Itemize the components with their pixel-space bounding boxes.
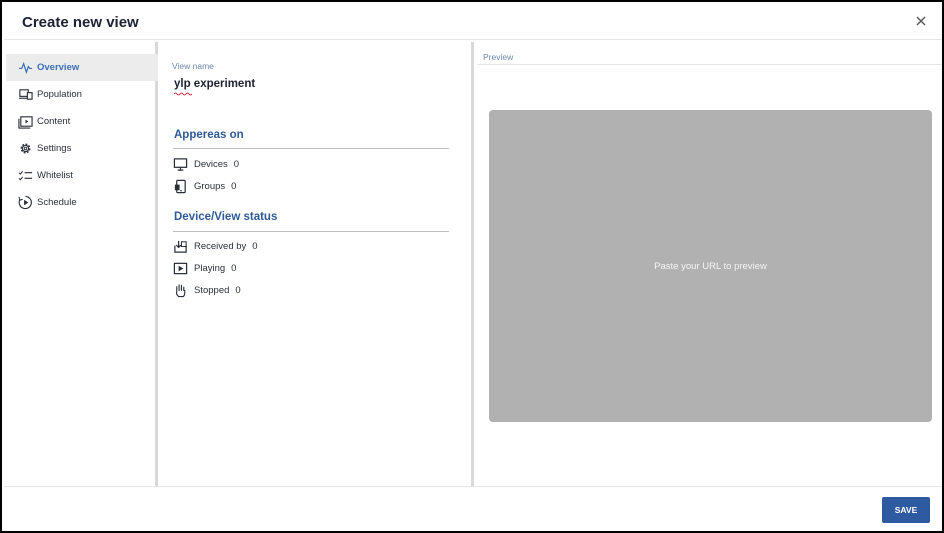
stat-label: Received by (194, 241, 247, 252)
device-view-status-title: Device/View status (174, 211, 278, 223)
stat-value: 0 (231, 181, 237, 192)
sidebar-item-label: Settings (37, 143, 72, 154)
sidebar-item-settings[interactable]: Settings (6, 135, 158, 162)
gear-icon (18, 141, 33, 156)
overview-panel: View name Appereas on Devices 0 Groups 0… (161, 42, 474, 486)
dialog-header: Create new view (4, 4, 942, 40)
stat-value: 0 (252, 241, 258, 252)
stat-label: Groups (194, 181, 226, 192)
stat-received-by: Received by 0 (173, 239, 258, 254)
sidebar-item-label: Content (37, 116, 71, 127)
view-name-label: View name (172, 61, 214, 71)
stat-devices: Devices 0 (173, 157, 239, 172)
preview-label: Preview (483, 52, 514, 62)
close-icon[interactable] (914, 14, 928, 28)
stat-stopped: Stopped 0 (173, 283, 241, 298)
stat-groups: Groups 0 (173, 179, 236, 194)
stat-playing: Playing 0 (173, 261, 236, 276)
sidebar-item-label: Whitelist (37, 170, 73, 181)
devices-icon (18, 87, 33, 102)
stat-value: 0 (235, 285, 241, 296)
sidebar-item-whitelist[interactable]: Whitelist (6, 162, 158, 189)
play-icon (173, 261, 188, 276)
sidebar-item-population[interactable]: Population (6, 81, 158, 108)
save-button[interactable]: SAVE (882, 497, 930, 523)
dialog: Create new view Overview Population Cont… (0, 0, 944, 533)
sidebar-item-label: Schedule (37, 197, 77, 208)
stat-label: Devices (194, 159, 228, 170)
media-folder-icon (18, 114, 33, 129)
device-group-icon (173, 179, 188, 194)
pulse-icon (18, 60, 33, 75)
sidebar-item-label: Population (37, 89, 82, 100)
sidebar-item-schedule[interactable]: Schedule (6, 189, 158, 216)
hand-stop-icon (173, 283, 188, 298)
schedule-play-icon (18, 195, 33, 210)
stat-value: 0 (233, 159, 240, 170)
stat-label: Stopped (194, 285, 230, 296)
sidebar-item-label: Overview (37, 62, 80, 73)
appears-on-title: Appereas on (174, 129, 244, 141)
dialog-title: Create new view (22, 14, 139, 31)
preview-area: Paste your URL to preview (489, 110, 932, 422)
spellcheck-underline (174, 92, 192, 96)
sidebar-item-content[interactable]: Content (6, 108, 158, 135)
view-name-input[interactable] (174, 78, 374, 90)
divider (173, 148, 449, 149)
preview-header: Preview (477, 42, 942, 65)
download-tray-icon (173, 239, 188, 254)
dialog-footer (4, 486, 942, 533)
checklist-icon (18, 168, 33, 183)
monitor-icon (173, 157, 188, 172)
sidebar: Overview Population Content Settings Whi… (4, 42, 158, 486)
divider (173, 231, 449, 232)
preview-placeholder: Paste your URL to preview (654, 260, 767, 272)
stat-value: 0 (231, 263, 237, 274)
sidebar-item-overview[interactable]: Overview (6, 54, 158, 81)
stat-label: Playing (194, 263, 226, 274)
